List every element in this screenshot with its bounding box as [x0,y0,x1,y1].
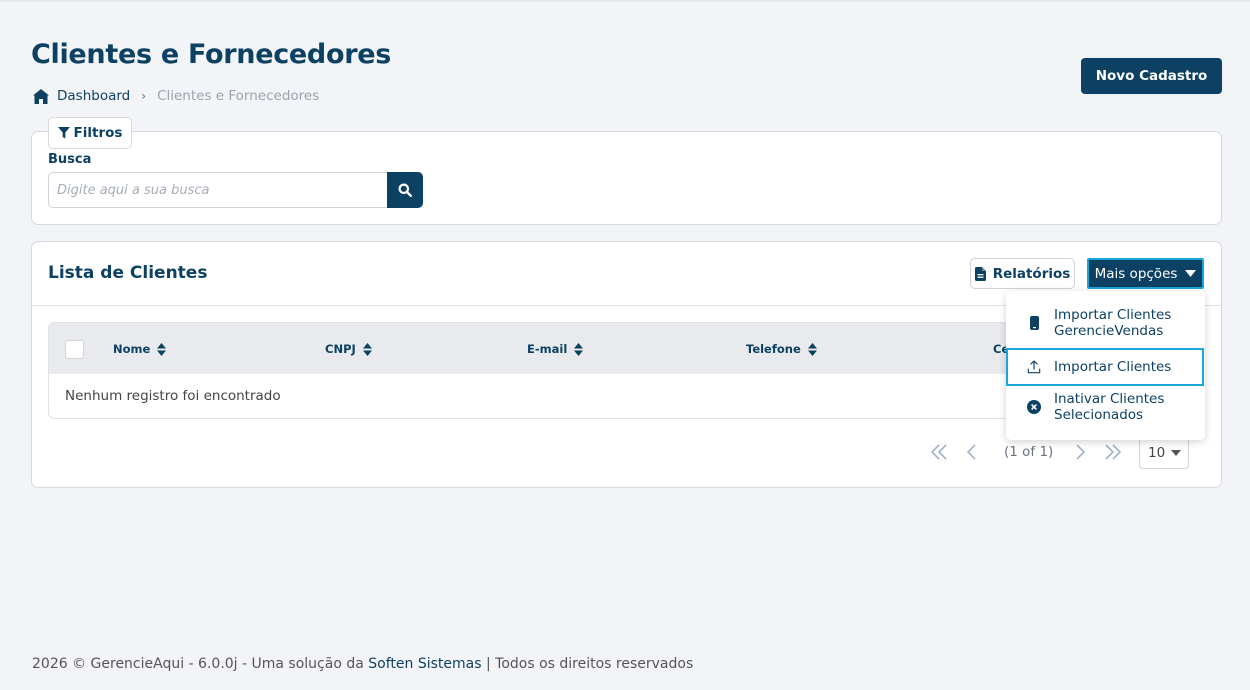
mobile-icon [1029,316,1039,330]
footer-brand-link[interactable]: Soften Sistemas [368,656,481,672]
search-button[interactable] [387,172,423,208]
close-circle-icon [1027,400,1041,414]
menu-item-inactivate-clientes[interactable]: Inativar Clientes Selecionados [1006,390,1205,424]
menu-item-label: GerencieVendas [1054,323,1164,339]
search-label: Busca [48,152,92,167]
column-header-email[interactable]: E-mail [527,342,584,356]
footer: 2026 © GerencieAqui - 6.0.0j - Uma soluç… [32,656,693,672]
next-page-icon[interactable] [1074,443,1086,461]
breadcrumb-current: Clientes e Fornecedores [157,88,320,104]
more-options-menu: Importar Clientes GerencieVendas Importa… [1006,291,1205,440]
sort-icon [807,342,817,356]
search-input[interactable] [48,172,388,208]
column-header-cnpj[interactable]: CNPJ [325,342,372,356]
menu-item-label: Importar Clientes [1054,307,1172,323]
filter-icon [57,127,70,139]
sort-icon [157,342,167,356]
last-page-icon[interactable] [1104,443,1122,461]
empty-message: Nenhum registro foi encontrado [65,388,281,404]
more-options-label: Mais opções [1094,265,1178,282]
page-size-select[interactable]: 10 [1139,436,1189,469]
home-icon[interactable] [33,88,49,104]
select-all-checkbox[interactable] [65,340,84,359]
menu-item-import-gerencievendas[interactable]: Importar Clientes GerencieVendas [1006,306,1205,340]
column-label: Nome [113,342,151,356]
menu-item-label: Selecionados [1054,407,1144,423]
menu-item-label: Importar Clientes [1054,359,1172,375]
filters-toggle[interactable]: Filtros [48,117,132,149]
column-label: CNPJ [325,342,356,356]
menu-item-import-clientes[interactable]: Importar Clientes [1006,348,1204,386]
sort-icon [362,342,372,356]
caret-down-icon [1171,449,1182,456]
new-record-button[interactable]: Novo Cadastro [1081,58,1222,94]
reports-button-label: Relatórios [992,265,1071,282]
caret-down-icon [1185,270,1197,277]
page-info: (1 of 1) [1004,444,1054,460]
file-icon [974,266,986,281]
column-label: E-mail [527,342,568,356]
page-title: Clientes e Fornecedores [31,39,391,70]
column-label: Telefone [746,342,801,356]
menu-item-label: Inativar Clientes [1054,391,1165,407]
column-header-nome[interactable]: Nome [113,342,167,356]
footer-text: 2026 © GerencieAqui - 6.0.0j - Uma soluç… [32,656,369,672]
first-page-icon[interactable] [930,443,948,461]
footer-rights: | Todos os direitos reservados [481,656,694,672]
breadcrumb-separator: › [141,89,147,103]
list-title: Lista de Clientes [48,263,208,283]
page-size-value: 10 [1148,444,1166,461]
sort-icon [574,342,584,356]
more-options-button[interactable]: Mais opções [1087,258,1204,289]
upload-icon [1027,360,1041,374]
breadcrumb-dashboard-link[interactable]: Dashboard [57,88,130,104]
previous-page-icon[interactable] [966,443,978,461]
breadcrumb: Dashboard › Clientes e Fornecedores [33,88,319,104]
filters-tab-label: Filtros [73,125,123,141]
column-header-telefone[interactable]: Telefone [746,342,817,356]
reports-button[interactable]: Relatórios [970,258,1075,289]
search-icon [398,183,412,197]
